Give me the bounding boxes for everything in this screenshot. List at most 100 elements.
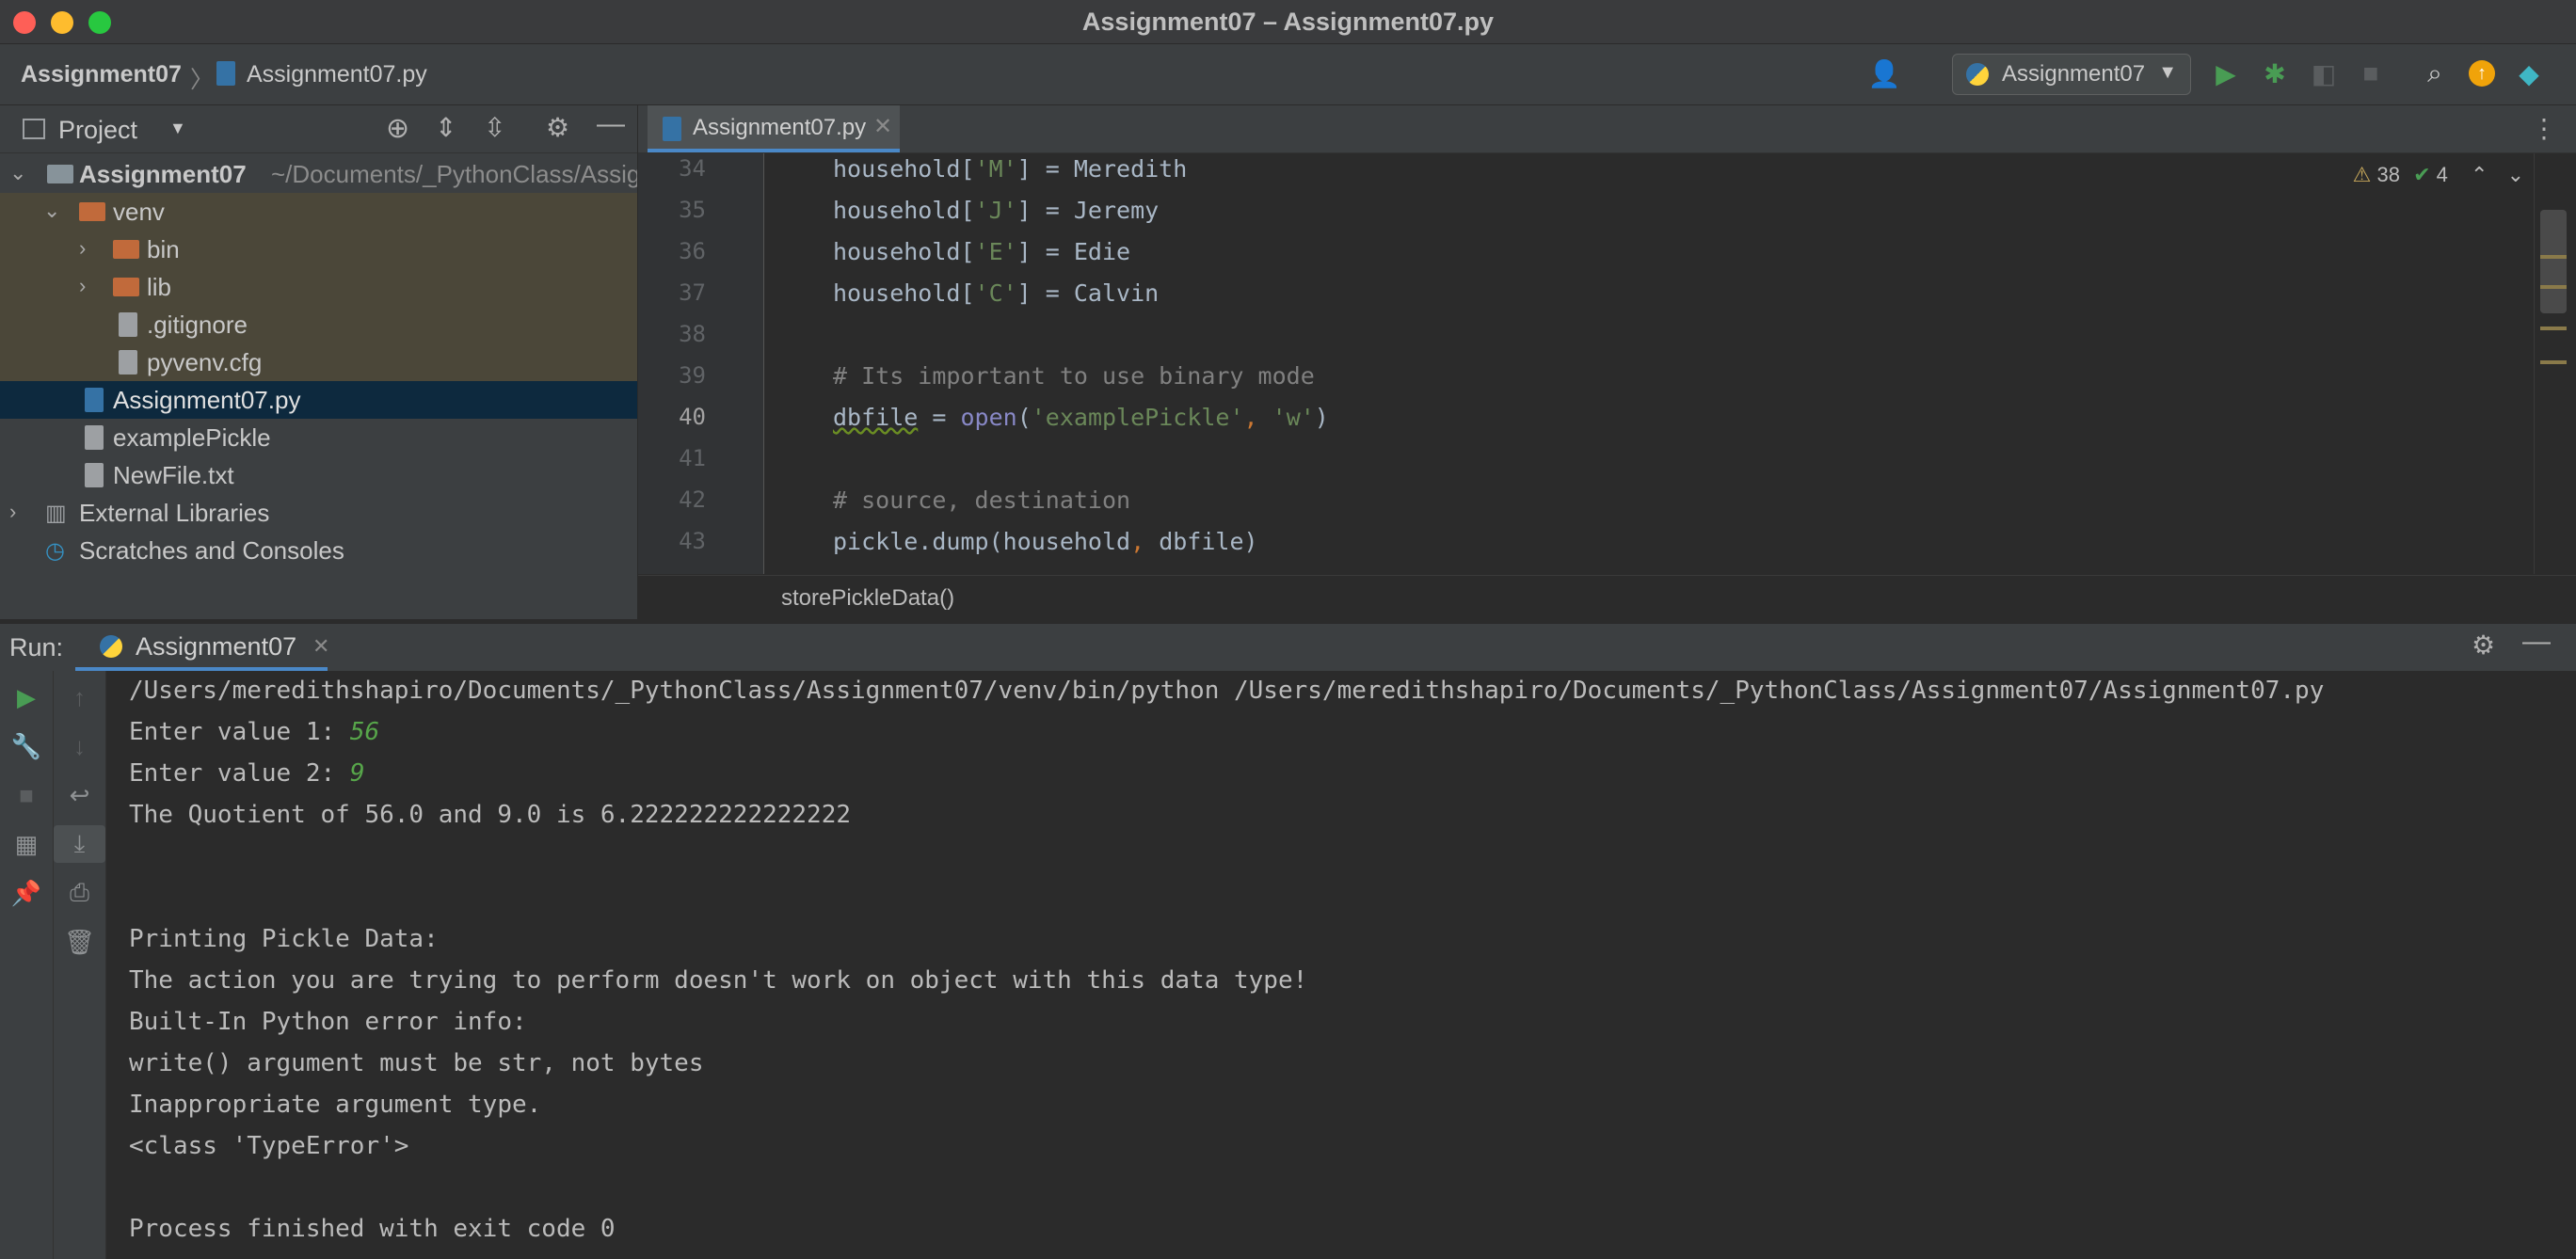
- tree-item-assignment07[interactable]: ⌄ Assignment07 ~/Documents/_PythonClass/…: [0, 155, 637, 193]
- code-token: 'J': [974, 197, 1017, 224]
- code-token: ): [1314, 404, 1329, 431]
- code-token: ,: [1130, 528, 1145, 555]
- inspection-widget[interactable]: ⚠ 38 ✔ 4 ⌃ ⌄: [2353, 163, 2524, 187]
- folder-icon: [79, 202, 105, 221]
- gear-icon[interactable]: ⚙: [546, 112, 569, 143]
- console-output[interactable]: /Users/meredithshapiro/Documents/_Python…: [106, 671, 2576, 1259]
- wrench-icon[interactable]: 🔧: [0, 727, 53, 765]
- code-line-36: household['E'] = Edie: [833, 238, 1130, 265]
- tree-item-label: lib: [147, 273, 172, 301]
- code-line-43: pickle.dump(household, dbfile): [833, 528, 1258, 555]
- code-token: ] = Edie: [1016, 238, 1131, 265]
- run-icon[interactable]: ▶: [2210, 57, 2242, 89]
- code-token: 'w': [1272, 404, 1315, 431]
- tree-item-bin[interactable]: › bin: [0, 231, 637, 268]
- code-editor[interactable]: household['M'] = Meredith household['J']…: [764, 153, 2534, 574]
- locate-icon[interactable]: ⊕: [386, 112, 409, 145]
- console-line: The action you are trying to perform doe…: [129, 966, 1308, 995]
- chevron-right-icon[interactable]: ›: [79, 274, 86, 298]
- expand-all-icon[interactable]: ⇕: [435, 112, 456, 143]
- error-stripe-mark: [2540, 360, 2567, 364]
- more-icon[interactable]: ⋮: [2531, 113, 2557, 144]
- search-icon[interactable]: ⌕: [2419, 57, 2451, 89]
- tree-item-venv[interactable]: ⌄ venv: [0, 193, 637, 231]
- code-line-40: dbfile = open('examplePickle', 'w'): [833, 404, 1329, 431]
- library-icon: ▥: [45, 501, 67, 526]
- vcs-user-icon[interactable]: 👤: [1868, 57, 1901, 89]
- hide-panel-icon[interactable]: —: [597, 108, 625, 140]
- print-icon[interactable]: ⎙: [54, 874, 105, 912]
- nav-project[interactable]: Assignment07: [21, 61, 182, 88]
- tree-item-label: External Libraries: [79, 499, 270, 527]
- chevron-up-icon[interactable]: ⌃: [2471, 163, 2488, 186]
- run-panel-header: Run: Assignment07 ✕ ⚙ —: [0, 623, 2576, 671]
- console-user-input: 9: [349, 759, 365, 788]
- code-token: dbfile): [1144, 528, 1258, 555]
- line-number: 43: [679, 528, 706, 554]
- tree-item-assignment07-py[interactable]: Assignment07.py: [0, 381, 637, 419]
- rerun-icon[interactable]: ▶: [0, 678, 53, 716]
- breadcrumb[interactable]: storePickleData(): [781, 585, 954, 612]
- python-icon: [1966, 63, 1989, 86]
- close-icon[interactable]: ✕: [312, 634, 329, 659]
- close-icon[interactable]: ✕: [873, 113, 892, 140]
- tree-item-examplepickle[interactable]: examplePickle: [0, 419, 637, 456]
- gear-icon[interactable]: ⚙: [2472, 630, 2495, 661]
- tree-item-lib[interactable]: › lib: [0, 268, 637, 306]
- arrow-down-icon[interactable]: ↓: [54, 727, 105, 765]
- soft-wrap-icon[interactable]: ↩: [54, 776, 105, 814]
- scroll-to-end-icon[interactable]: ⤓: [54, 825, 105, 863]
- collapse-all-icon[interactable]: ⇳: [484, 112, 505, 143]
- stop-icon[interactable]: ■: [2355, 57, 2387, 89]
- run-toolbar-secondary: ↑ ↓ ↩ ⤓ ⎙ 🗑: [54, 671, 106, 1259]
- code-token: ] = Jeremy: [1016, 197, 1160, 224]
- tree-item-gitignore[interactable]: .gitignore: [0, 306, 637, 343]
- layout-icon[interactable]: ▦: [0, 825, 53, 863]
- debug-icon[interactable]: ✱: [2259, 57, 2291, 89]
- ide-logo-icon[interactable]: ◆: [2513, 57, 2545, 89]
- title-bar: Assignment07 – Assignment07.py: [0, 0, 2576, 44]
- line-number: 38: [679, 321, 706, 347]
- file-icon: [85, 425, 104, 450]
- hide-panel-icon[interactable]: —: [2522, 626, 2551, 658]
- tree-item-pyvenv[interactable]: pyvenv.cfg: [0, 343, 637, 381]
- error-stripe-mark: [2540, 327, 2567, 330]
- project-panel-title[interactable]: Project: [58, 116, 137, 145]
- arrow-up-icon[interactable]: ↑: [54, 678, 105, 716]
- chevron-right-icon[interactable]: ›: [79, 236, 86, 261]
- text-file-icon: [85, 463, 104, 487]
- python-file-icon: [85, 388, 104, 412]
- run-configuration-select[interactable]: Assignment07 ▼: [1952, 54, 2191, 95]
- chevron-down-icon[interactable]: ⌄: [2507, 163, 2524, 186]
- console-prompt: Enter value 2:: [129, 759, 350, 788]
- chevron-down-icon[interactable]: ⌄: [43, 199, 60, 223]
- tree-item-external-libraries[interactable]: › ▥ External Libraries: [0, 494, 637, 532]
- chevron-down-icon[interactable]: ⌄: [9, 161, 26, 185]
- coverage-icon[interactable]: ◧: [2308, 57, 2340, 89]
- nav-file[interactable]: Assignment07.py: [247, 61, 427, 88]
- stop-icon[interactable]: ■: [0, 776, 53, 814]
- tab-assignment07-py[interactable]: Assignment07.py ✕: [648, 105, 900, 152]
- trash-icon[interactable]: 🗑: [54, 923, 105, 961]
- line-number-gutter: 34 35 36 37 38 39 40 41 42 43: [638, 153, 764, 574]
- editor-scrollbar[interactable]: [2534, 153, 2576, 574]
- code-line-37: household['C'] = Calvin: [833, 279, 1159, 307]
- tree-item-label: Assignment07.py: [113, 386, 301, 414]
- line-number: 42: [679, 486, 706, 513]
- code-token: household[: [833, 155, 975, 183]
- tree-item-scratches[interactable]: ◷ Scratches and Consoles: [0, 532, 637, 569]
- console-line: write() argument must be str, not bytes: [129, 1049, 704, 1077]
- update-icon[interactable]: ↑: [2466, 57, 2498, 89]
- pin-icon[interactable]: 📌: [0, 874, 53, 912]
- code-token: =: [918, 404, 961, 431]
- tree-item-newfile[interactable]: NewFile.txt: [0, 456, 637, 494]
- tree-item-label: Scratches and Consoles: [79, 536, 344, 565]
- scrollbar-thumb[interactable]: [2540, 210, 2567, 313]
- config-file-icon: [119, 350, 137, 375]
- tree-item-label: venv: [113, 198, 165, 226]
- navigation-bar: Assignment07 〉 Assignment07.py 👤 Assignm…: [0, 44, 2576, 105]
- tree-item-label: Assignment07: [79, 160, 247, 188]
- chevron-down-icon[interactable]: ▼: [169, 119, 186, 138]
- chevron-right-icon[interactable]: ›: [9, 500, 16, 524]
- tab-run-assignment07[interactable]: Assignment07 ✕: [75, 624, 329, 671]
